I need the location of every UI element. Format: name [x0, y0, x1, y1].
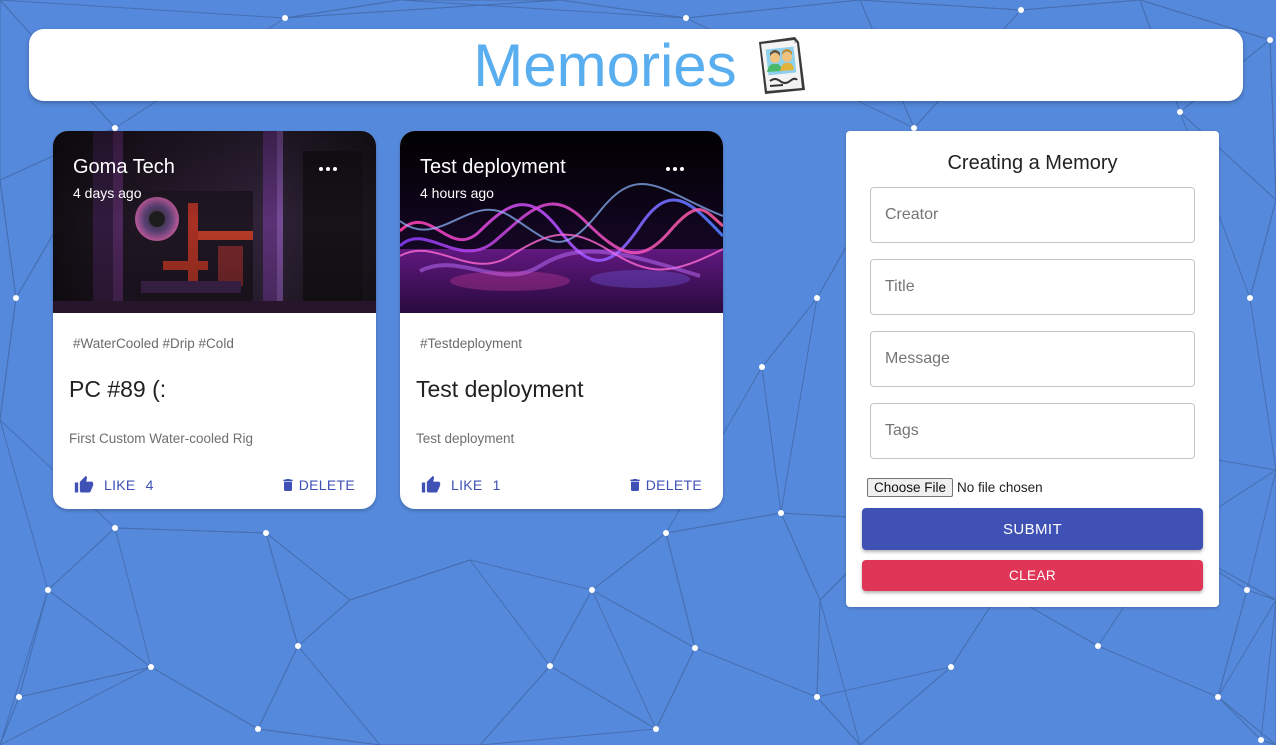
memory-form: Creating a Memory Choose File No file ch…: [846, 131, 1219, 607]
thumb-up-icon: [74, 475, 94, 493]
form-title: Creating a Memory: [947, 152, 1118, 174]
card-creator: Goma Tech: [73, 156, 175, 178]
like-count: 4: [145, 477, 154, 493]
like-count: 1: [492, 477, 501, 493]
delete-button[interactable]: DELETE: [280, 473, 355, 497]
delete-label: DELETE: [645, 477, 702, 493]
like-label: LIKE: [104, 477, 136, 493]
memory-card: Goma Tech 4 days ago #WaterCooled #Drip …: [53, 131, 376, 509]
like-button[interactable]: LIKE 1: [420, 473, 501, 497]
card-media-pc-build: Goma Tech 4 days ago: [53, 131, 376, 313]
card-title: Test deployment: [416, 376, 584, 402]
choose-file-button[interactable]: Choose File: [867, 478, 954, 497]
app-title: Memories: [473, 31, 737, 99]
like-button[interactable]: LIKE 4: [73, 473, 154, 497]
memory-card: Test deployment 4 hours ago #Testdeploym…: [400, 131, 723, 509]
card-tags: #Testdeployment: [420, 336, 523, 351]
submit-button[interactable]: SUBMIT: [862, 508, 1203, 550]
app-bar: Memories: [29, 29, 1243, 101]
title-input[interactable]: [870, 259, 1195, 315]
card-message: First Custom Water-cooled Rig: [69, 431, 254, 446]
delete-button[interactable]: DELETE: [627, 473, 702, 497]
card-media-neon-waves: Test deployment 4 hours ago: [400, 131, 723, 313]
trash-icon: [630, 479, 640, 491]
card-message: Test deployment: [416, 431, 515, 446]
thumb-up-icon: [421, 475, 441, 493]
delete-label: DELETE: [298, 477, 355, 493]
more-options-icon[interactable]: [316, 157, 340, 181]
message-input[interactable]: [870, 331, 1195, 387]
clear-button[interactable]: CLEAR: [862, 560, 1203, 591]
creator-input[interactable]: [870, 187, 1195, 243]
file-input: Choose File No file chosen: [867, 478, 1043, 497]
memories-photo-icon: [758, 37, 805, 94]
file-status: No file chosen: [957, 480, 1043, 495]
card-time: 4 hours ago: [420, 185, 494, 201]
card-time: 4 days ago: [73, 185, 142, 201]
card-creator: Test deployment: [420, 156, 566, 178]
more-options-icon[interactable]: [663, 157, 687, 181]
card-title: PC #89 (:: [69, 376, 167, 402]
trash-icon: [283, 479, 293, 491]
like-label: LIKE: [451, 477, 483, 493]
tags-input[interactable]: [870, 403, 1195, 459]
card-tags: #WaterCooled #Drip #Cold: [73, 336, 234, 351]
